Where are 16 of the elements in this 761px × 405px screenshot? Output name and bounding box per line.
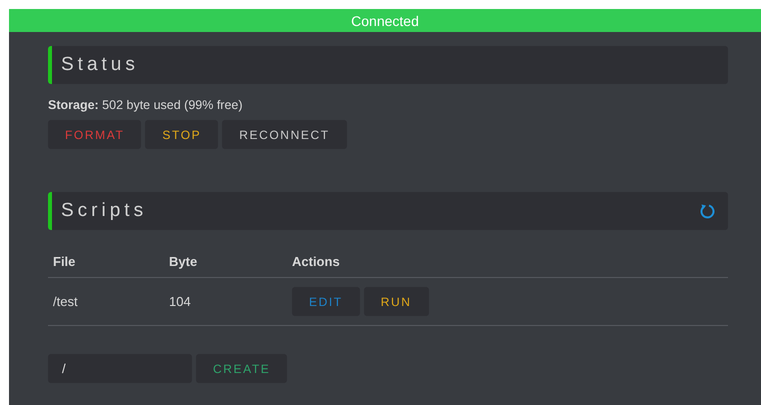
- section-title: Status: [61, 54, 139, 76]
- table-cell: /test: [48, 278, 164, 326]
- section-title: Scripts: [61, 200, 148, 222]
- action-button[interactable]: STOP: [145, 120, 218, 149]
- edit-button[interactable]: EDIT: [292, 287, 360, 316]
- table-cell: 104: [164, 278, 287, 326]
- create-button[interactable]: CREATE: [196, 354, 288, 383]
- filename-input[interactable]: /: [48, 354, 192, 383]
- action-button[interactable]: RUN: [364, 287, 429, 316]
- refresh-icon[interactable]: [698, 202, 716, 220]
- column-header: Actions: [287, 246, 728, 278]
- column-header: File: [48, 246, 164, 278]
- storage-info: Storage: 502 byte used (99% free): [48, 98, 244, 112]
- reconnect-button[interactable]: RECONNECT: [222, 120, 347, 149]
- connection-status-bar: Connected: [9, 9, 761, 32]
- column-header: Byte: [164, 246, 287, 278]
